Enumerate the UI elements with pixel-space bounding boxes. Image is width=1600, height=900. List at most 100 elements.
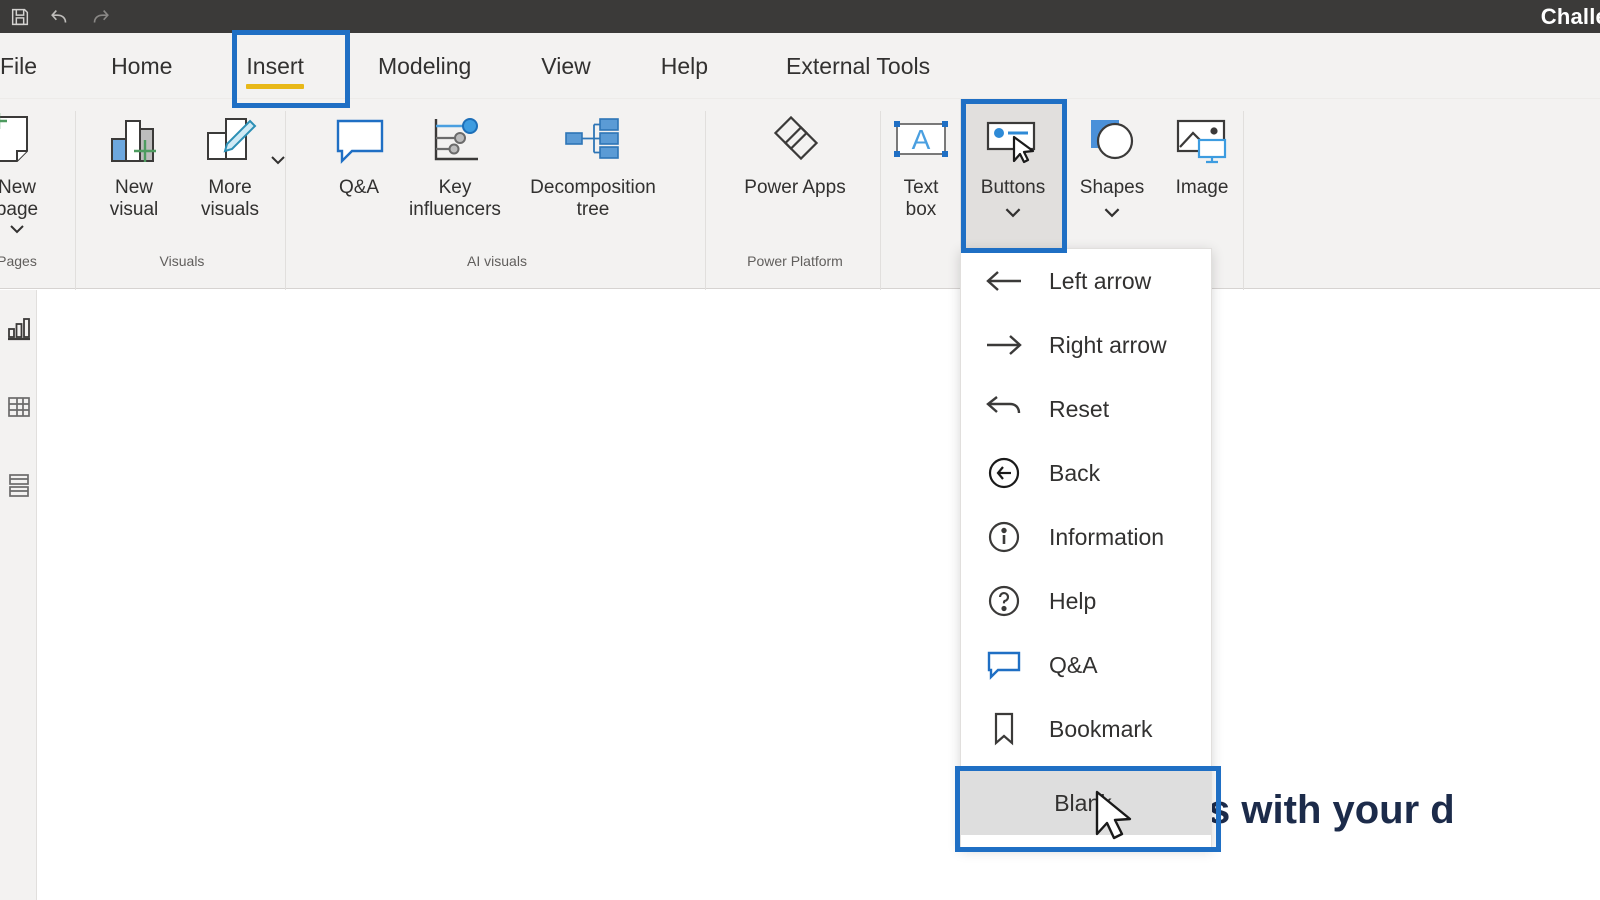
menu-item-left-arrow[interactable]: Left arrow [961,249,1211,313]
menu-item-back[interactable]: Back [961,441,1211,505]
menu-item-help[interactable]: Help [961,569,1211,633]
buttons-label: Buttons [980,177,1046,198]
menu-item-label: Help [1049,587,1097,614]
ribbon-group-pages-label: Pages [0,253,37,269]
ribbon-group-visuals: New visual More visuals Visuals [82,99,285,289]
window-title: Challe [1540,3,1600,29]
menu-item-label: Information [1049,523,1165,550]
shapes-icon [1081,107,1143,173]
qa-icon [328,107,390,173]
new-page-button[interactable]: New page [0,99,65,249]
text-box-icon: A [890,107,952,173]
tab-view-label: View [541,52,591,79]
view-rail [0,290,37,900]
chevron-down-icon[interactable] [1103,207,1121,218]
new-page-label: New page [0,177,39,221]
buttons-button[interactable]: Buttons [960,99,1066,257]
model-view-icon[interactable] [0,446,37,524]
save-icon[interactable] [0,0,40,33]
power-apps-label: Power Apps [744,177,846,198]
tab-file[interactable]: File [0,33,53,99]
menu-item-right-arrow[interactable]: Right arrow [961,313,1211,377]
menu-item-bookmark[interactable]: Bookmark [961,697,1211,761]
tab-modeling[interactable]: Modeling [356,33,493,99]
tab-help[interactable]: Help [639,33,730,99]
qa-button[interactable]: Q&A [311,99,407,249]
new-visual-label: New visual [109,177,159,221]
menu-item-reset[interactable]: Reset [961,377,1211,441]
image-label: Image [1175,177,1229,198]
image-button[interactable]: Image [1158,99,1246,249]
tab-help-label: Help [660,52,709,79]
right-arrow-icon [983,332,1025,358]
key-influencers-icon [424,107,486,173]
decomposition-tree-icon [562,107,624,173]
buttons-icon [980,107,1046,173]
more-visuals-button[interactable]: More visuals [182,99,285,249]
power-apps-icon [763,107,827,173]
tab-home[interactable]: Home [89,33,194,99]
report-view-icon[interactable] [0,290,37,368]
tab-insert-label: Insert [246,52,304,79]
ribbon-group-pages: New page Pages [0,99,72,289]
decomposition-tree-button[interactable]: Decomposition tree [503,99,683,249]
decomposition-tree-label: Decomposition tree [530,177,656,221]
tab-view[interactable]: View [519,33,612,99]
ribbon-tab-bar: File Home Insert Modeling View Help Exte… [0,33,1600,99]
menu-item-label: Bookmark [1049,715,1153,742]
menu-item-label: Blank [1054,789,1112,816]
tab-external-tools[interactable]: External Tools [764,33,952,99]
ribbon-group-power-platform-label: Power Platform [747,253,843,269]
chevron-down-icon[interactable] [1004,207,1022,218]
power-apps-button[interactable]: Power Apps [712,99,878,249]
menu-item-label: Right arrow [1049,331,1167,358]
ribbon: New page Pages New visual More visuals V… [0,99,1600,369]
left-arrow-icon [983,268,1025,294]
more-visuals-icon [200,107,260,173]
menu-item-information[interactable]: Information [961,505,1211,569]
qa-label: Q&A [338,177,380,198]
menu-item-label: Q&A [1049,651,1098,678]
ribbon-group-visuals-label: Visuals [159,253,205,269]
new-visual-button[interactable]: New visual [86,99,182,249]
text-box-label: Text box [903,177,939,221]
new-visual-icon [104,107,164,173]
tab-external-tools-label: External Tools [786,52,931,79]
tab-modeling-label: Modeling [377,52,472,79]
menu-item-label: Reset [1049,395,1110,422]
ribbon-group-ai-visuals-label: AI visuals [467,253,527,269]
bookmark-icon [983,712,1025,746]
more-visuals-label: More visuals [200,177,260,221]
redo-icon[interactable] [80,0,120,33]
data-view-icon[interactable] [0,368,37,446]
undo-icon[interactable] [40,0,80,33]
ribbon-group-ai-visuals: Q&A Key influencers Decomposition tree A… [292,99,702,289]
buttons-dropdown-menu: Left arrow Right arrow Reset Back Inform… [960,248,1212,848]
image-icon [1171,107,1233,173]
menu-item-label: Back [1049,459,1101,486]
qa-bubble-icon [983,650,1025,680]
key-influencers-label: Key influencers [409,177,501,221]
shapes-label: Shapes [1079,177,1145,198]
shapes-button[interactable]: Shapes [1066,99,1158,249]
menu-item-blank[interactable]: Blank [961,771,1211,835]
title-bar: Challe [0,0,1600,33]
quick-access-toolbar [0,0,120,33]
menu-item-label: Left arrow [1049,267,1152,294]
ribbon-group-power-platform: Power Apps Power Platform [712,99,878,289]
new-page-icon [0,107,45,173]
menu-item-qa[interactable]: Q&A [961,633,1211,697]
key-influencers-button[interactable]: Key influencers [407,99,503,249]
text-box-button[interactable]: A Text box [882,99,960,249]
tab-insert[interactable]: Insert [224,33,326,99]
tab-home-label: Home [111,52,173,79]
report-canvas[interactable]: suals with your d [38,290,1600,900]
help-icon [983,584,1025,618]
reset-icon [983,395,1025,423]
information-icon [983,520,1025,554]
tab-underline [246,84,305,89]
back-circle-icon [983,456,1025,490]
svg-text:A: A [912,124,931,155]
chevron-down-icon[interactable] [270,155,286,165]
chevron-down-icon[interactable] [9,224,25,234]
